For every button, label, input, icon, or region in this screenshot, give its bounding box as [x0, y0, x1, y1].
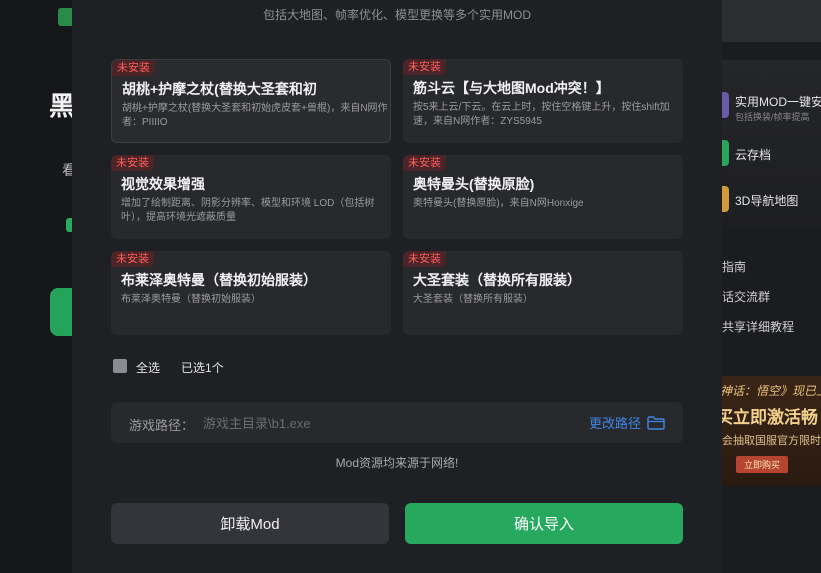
sidebar-tool-mod-sub: 包括换装/帧率提高 [735, 112, 810, 122]
sidebar-tool-3d-map[interactable]: 3D导航地图 [735, 192, 798, 209]
mod-card-desc: 布莱泽奥特曼（替换初始服装） [121, 294, 261, 305]
game-path-input[interactable] [203, 413, 503, 433]
sidebar-link-guide[interactable]: 指南 [722, 258, 821, 288]
mod-card-desc: 按5来上云/下云。在云上时，按住空格键上升，按住shift加速，来自N网作者：Z… [413, 102, 670, 127]
selected-count: 已选1个 [181, 361, 224, 375]
mod-card-ultraman-head[interactable]: 未安装 奥特曼头(替换原脸) 奥特曼头(替换原脸)，来自N网Honxige [403, 155, 683, 239]
select-all-checkbox[interactable] [113, 359, 127, 373]
banner-line-3: 会抽取国服官方限时 [722, 435, 821, 447]
mod-tool-icon [722, 92, 729, 118]
not-installed-badge: 未安装 [403, 155, 446, 171]
not-installed-badge: 未安装 [403, 251, 446, 267]
not-installed-badge: 未安装 [112, 60, 155, 76]
banner-line-2: 买立即激活畅 [722, 408, 818, 427]
dialog-subtitle: 包括大地图、帧率优化、模型更换等多个实用MOD [263, 8, 531, 22]
banner-buy-button[interactable]: 立即购买 [736, 456, 789, 473]
mod-card-title: 布莱泽奥特曼（替换初始服装） [121, 272, 317, 288]
cloud-save-icon [722, 140, 729, 166]
confirm-import-button[interactable]: 确认导入 [405, 503, 683, 544]
source-note: Mod资源均来源于网络! [335, 456, 459, 470]
mod-card-title: 大圣套装（替换所有服装） [413, 272, 581, 288]
mod-card-desc: 奥特曼头(替换原脸)，来自N网Honxige [413, 198, 584, 209]
launcher-right-sidebar: 实用MOD一键安 包括换装/帧率提高 云存档 3D导航地图 指南 话交流群 共享… [722, 0, 821, 573]
select-all-label[interactable]: 全选 [136, 359, 160, 376]
game-path-label: 游戏路径： [129, 418, 195, 433]
promo-banner[interactable]: 神话：悟空》现已上 买立即激活畅 会抽取国服官方限时 立即购买 [722, 376, 821, 486]
map-icon [722, 186, 729, 212]
change-path-label: 更改路径 [588, 416, 641, 431]
change-path-button[interactable]: 更改路径 [589, 413, 665, 432]
mod-card-title: 胡桃+护摩之杖(替换大圣套和初 [122, 81, 317, 97]
mod-card-desc: 增加了绘制距离、阴影分辨率、模型和环境 LOD（包括树叶），提高环境光遮蔽质量 [121, 198, 375, 223]
mod-card-visual[interactable]: 未安装 视觉效果增强 增加了绘制距离、阴影分辨率、模型和环境 LOD（包括树叶）… [111, 155, 391, 239]
right-top-bar [722, 0, 821, 42]
launcher-logo-chip [58, 8, 72, 26]
not-installed-badge: 未安装 [111, 251, 154, 267]
mod-card-cloud[interactable]: 未安装 筋斗云【与大地图Mod冲突！】 按5来上云/下云。在云上时，按住空格键上… [403, 59, 683, 143]
game-path-field: 游戏路径： 更改路径 [111, 402, 683, 443]
mod-card-blazar[interactable]: 未安装 布莱泽奥特曼（替换初始服装） 布莱泽奥特曼（替换初始服装） [111, 251, 391, 335]
sidebar-links: 指南 话交流群 共享详细教程 [722, 258, 821, 348]
mod-card-title: 筋斗云【与大地图Mod冲突！】 [413, 80, 610, 96]
mod-card-title: 奥特曼头(替换原脸) [413, 176, 535, 192]
not-installed-badge: 未安装 [111, 155, 154, 171]
banner-line-1: 神话：悟空》现已上 [722, 384, 821, 398]
mod-card-hutao[interactable]: 未安装 胡桃+护摩之杖(替换大圣套和初 胡桃+护摩之杖(替换大圣套和初始虎皮套+… [111, 59, 391, 143]
sidebar-link-group[interactable]: 话交流群 [722, 288, 821, 318]
mod-card-title: 视觉效果增强 [121, 176, 205, 192]
sidebar-link-tutorial[interactable]: 共享详细教程 [722, 318, 821, 348]
uninstall-mod-button[interactable]: 卸载Mod [111, 503, 389, 544]
mod-card-great-sage[interactable]: 未安装 大圣套装（替换所有服装） 大圣套装（替换所有服装） [403, 251, 683, 335]
mod-card-desc: 大圣套装（替换所有服装） [413, 294, 533, 305]
folder-icon [647, 415, 665, 430]
launcher-left-background: 黑 看 [0, 0, 80, 573]
mod-card-desc: 胡桃+护摩之杖(替换大圣套和初始虎皮套+兽棍)，来自N网作者：PIIIIO [122, 103, 388, 128]
not-installed-badge: 未安装 [403, 59, 446, 75]
mod-install-dialog: 包括大地图、帧率优化、模型更换等多个实用MOD 未安装 胡桃+护摩之杖(替换大圣… [72, 0, 722, 573]
sidebar-tool-cloud-save[interactable]: 云存档 [735, 146, 771, 163]
sidebar-tool-mod[interactable]: 实用MOD一键安 [735, 93, 821, 110]
